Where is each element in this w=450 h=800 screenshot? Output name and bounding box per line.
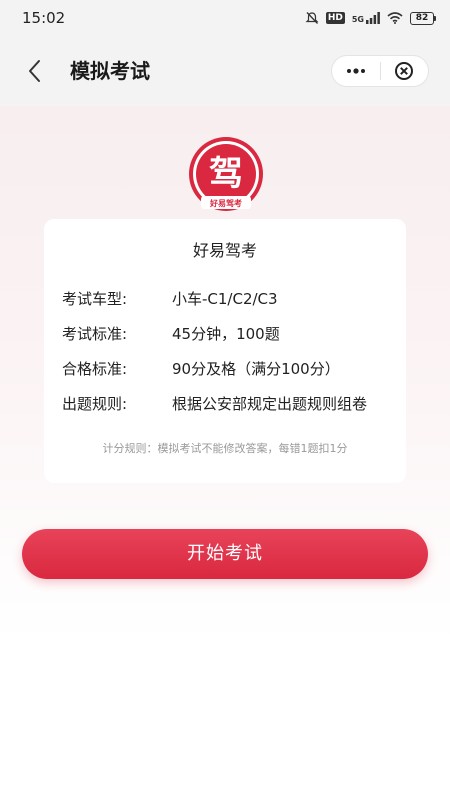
battery-icon: 82 [410, 11, 436, 25]
battery-level: 82 [410, 11, 434, 25]
exam-info-card: 好易驾考 考试车型: 小车-C1/C2/C3 考试标准: 45分钟，100题 合… [44, 219, 406, 483]
close-button[interactable] [381, 56, 429, 86]
start-exam-button[interactable]: 开始考试 [22, 529, 428, 579]
more-dots-icon [346, 68, 365, 74]
page-title: 模拟考试 [70, 59, 150, 83]
info-label: 考试标准: [62, 324, 128, 343]
chevron-left-icon [29, 60, 40, 82]
status-bar: 15:02 HD 5G 82 [0, 0, 450, 36]
info-value: 45分钟，100题 [172, 324, 280, 343]
info-label: 考试车型: [62, 289, 128, 308]
info-row-pass-standard: 合格标准: 90分及格（满分100分） [62, 356, 340, 380]
info-row-vehicle-type: 考试车型: 小车-C1/C2/C3 [62, 286, 278, 310]
close-circle-icon [395, 62, 414, 80]
signal-label: 5G [351, 15, 364, 24]
signal-icon: 5G [352, 12, 380, 24]
mute-icon [305, 11, 319, 25]
wifi-icon [387, 12, 403, 24]
status-time: 15:02 [22, 9, 66, 27]
info-value: 90分及格（满分100分） [172, 359, 340, 378]
scoring-note: 计分规则：模拟考试不能修改答案，每错1题扣1分 [102, 442, 348, 455]
more-button[interactable] [332, 56, 380, 86]
logo-text: 好易驾考 [209, 198, 242, 208]
info-value: 小车-C1/C2/C3 [172, 289, 278, 308]
info-value: 根据公安部规定出题规则组卷 [172, 394, 368, 413]
nav-bar: 模拟考试 [0, 36, 450, 106]
info-row-question-rules: 出题规则: 根据公安部规定出题规则组卷 [62, 391, 367, 415]
card-title: 好易驾考 [192, 241, 257, 260]
logo-glyph: 驾 [209, 154, 243, 194]
miniprogram-capsule [331, 55, 429, 87]
hd-badge: HD [325, 12, 345, 24]
info-row-exam-standard: 考试标准: 45分钟，100题 [62, 321, 280, 345]
status-icons: HD 5G 82 [305, 11, 436, 25]
info-label: 出题规则: [62, 394, 128, 413]
back-button[interactable] [20, 56, 50, 86]
app-logo: 驾 好易驾考 [187, 135, 265, 213]
info-label: 合格标准: [62, 359, 128, 378]
